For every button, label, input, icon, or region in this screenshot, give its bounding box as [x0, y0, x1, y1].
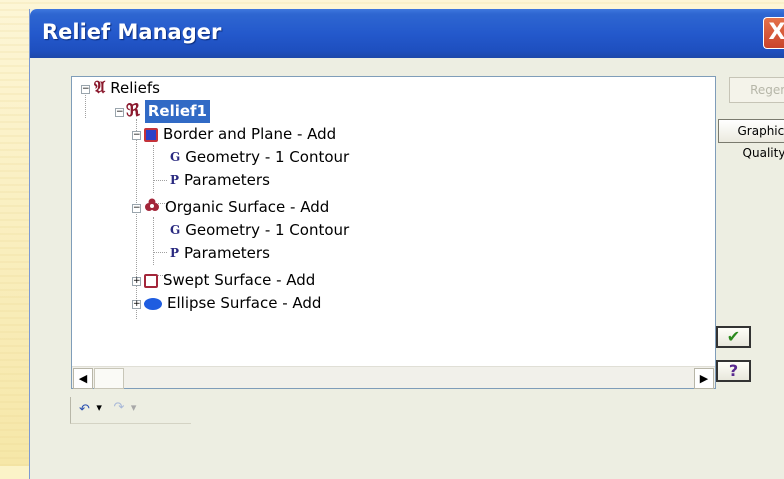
tree-item-label: Organic Surface - Add: [165, 198, 330, 216]
border-plane-square-icon: [144, 127, 158, 142]
dialog-client-area: − − − − + + 𝔄 Reliefs ℜ Relief1 Border and…: [30, 58, 784, 479]
tree-connector: [85, 95, 86, 118]
tree-item-border-plane[interactable]: Border and Plane - Add: [144, 123, 336, 146]
scroll-right-button[interactable]: ▶: [694, 368, 714, 389]
relief-manager-window: Relief Manager X − − − − + + 𝔄 Reliefs ℜ…: [29, 9, 784, 479]
tree-item-label: Relief1: [144, 100, 210, 123]
collapse-reliefs-toggle[interactable]: −: [81, 85, 90, 94]
tree-item-label: Swept Surface - Add: [163, 271, 316, 289]
tree-item-relief1[interactable]: ℜ Relief1: [126, 100, 210, 123]
help-button[interactable]: ?: [716, 360, 751, 382]
tree-item-label: Border and Plane - Add: [163, 125, 337, 143]
geometry-g-icon: G: [170, 223, 181, 237]
redo-dropdown-icon[interactable]: ▾: [131, 401, 137, 414]
tree-item-label: Reliefs: [110, 79, 160, 97]
tree-connector: [136, 119, 137, 319]
title-bar[interactable]: Relief Manager X: [30, 9, 784, 58]
organic-surface-icon: [144, 196, 160, 219]
ellipse-surface-icon: [144, 297, 162, 310]
tree-content: − − − − + + 𝔄 Reliefs ℜ Relief1 Border and…: [72, 77, 715, 366]
expand-swept-surface-toggle[interactable]: +: [132, 277, 141, 286]
undo-icon[interactable]: ↶: [79, 402, 90, 417]
window-title: Relief Manager: [42, 20, 222, 44]
regen-button[interactable]: Regen: [729, 77, 784, 103]
geometry-g-icon: G: [170, 150, 181, 164]
collapse-organic-surface-toggle[interactable]: −: [132, 204, 141, 213]
tree-item-ellipse-surface[interactable]: Ellipse Surface - Add: [144, 292, 321, 315]
graphics-quality-button[interactable]: Graphics Quality: [718, 119, 784, 160]
tree-item-label: Geometry - 1 Contour: [185, 148, 350, 166]
swept-surface-square-icon: [144, 273, 158, 288]
tree-item-organic-surface[interactable]: Organic Surface - Add: [144, 196, 329, 219]
tree-item-label: Parameters: [184, 171, 270, 189]
undo-redo-toolbar: ↶ ▾ ↷ ▾: [70, 397, 191, 424]
relief-tree-view[interactable]: − − − − + + 𝔄 Reliefs ℜ Relief1 Border and…: [71, 76, 716, 389]
tree-item-parameters[interactable]: P Parameters: [170, 242, 270, 265]
tree-item-parameters[interactable]: P Parameters: [170, 169, 270, 192]
collapse-relief1-toggle[interactable]: −: [115, 108, 124, 117]
tree-item-reliefs[interactable]: 𝔄 Reliefs: [94, 77, 160, 100]
undo-dropdown-icon[interactable]: ▾: [96, 401, 102, 414]
parameters-p-icon: P: [170, 246, 180, 260]
tree-connector: [153, 180, 167, 181]
tree-item-label: Ellipse Surface - Add: [167, 294, 322, 312]
tree-item-geometry[interactable]: G Geometry - 1 Contour: [170, 219, 349, 242]
tree-item-swept-surface[interactable]: Swept Surface - Add: [144, 269, 315, 292]
horizontal-scrollbar[interactable]: ◀ ▶: [72, 366, 715, 389]
collapse-border-plane-toggle[interactable]: −: [132, 131, 141, 140]
expand-ellipse-surface-toggle[interactable]: +: [132, 300, 141, 309]
tree-connector: [153, 145, 154, 193]
reliefs-gothic-a-icon: 𝔄: [94, 78, 106, 98]
tree-item-label: Parameters: [184, 244, 270, 262]
tree-item-geometry[interactable]: G Geometry - 1 Contour: [170, 146, 349, 169]
redo-icon[interactable]: ↷: [113, 400, 124, 415]
ok-button[interactable]: ✔: [716, 326, 751, 348]
parameters-p-icon: P: [170, 173, 180, 187]
tree-item-label: Geometry - 1 Contour: [185, 221, 350, 239]
close-button[interactable]: X: [763, 17, 784, 49]
relief-gothic-r-icon: ℜ: [126, 101, 140, 121]
tree-connector: [153, 252, 167, 253]
scroll-thumb[interactable]: [94, 368, 124, 389]
tree-connector: [153, 217, 154, 265]
scroll-left-button[interactable]: ◀: [73, 368, 93, 389]
